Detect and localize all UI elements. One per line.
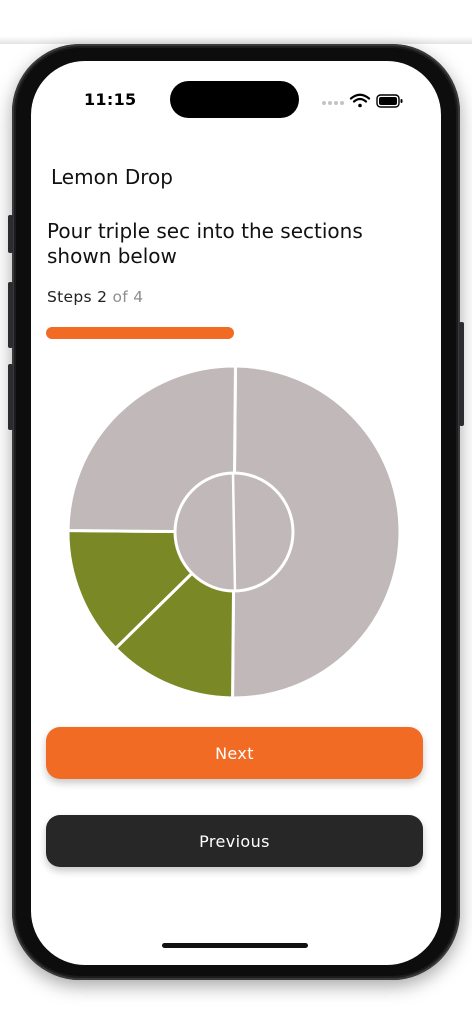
steps-label: Steps xyxy=(47,288,92,306)
dynamic-island xyxy=(170,81,299,118)
signal-dots-icon xyxy=(322,101,344,105)
wifi-icon xyxy=(349,93,371,108)
next-button[interactable]: Next xyxy=(46,727,423,779)
status-icons xyxy=(320,90,410,110)
power-button xyxy=(459,322,464,426)
previous-button[interactable]: Previous xyxy=(46,815,423,867)
steps-current: 2 xyxy=(97,288,108,306)
progress-fill xyxy=(46,327,234,339)
status-time: 11:15 xyxy=(84,90,137,109)
steps-total: of 4 xyxy=(112,288,144,306)
progress-bar xyxy=(46,327,422,339)
battery-icon xyxy=(376,94,403,108)
cocktail-title: Lemon Drop xyxy=(51,165,173,189)
top-backdrop xyxy=(0,0,472,44)
pour-sections-chart xyxy=(66,364,402,700)
volume-up-button xyxy=(8,282,13,348)
step-instruction: Pour triple sec into the sections shown … xyxy=(47,219,363,268)
home-indicator[interactable] xyxy=(162,943,308,948)
mute-switch xyxy=(8,215,13,253)
volume-down-button xyxy=(8,364,13,430)
steps-indicator: Steps 2 of 4 xyxy=(47,288,143,306)
